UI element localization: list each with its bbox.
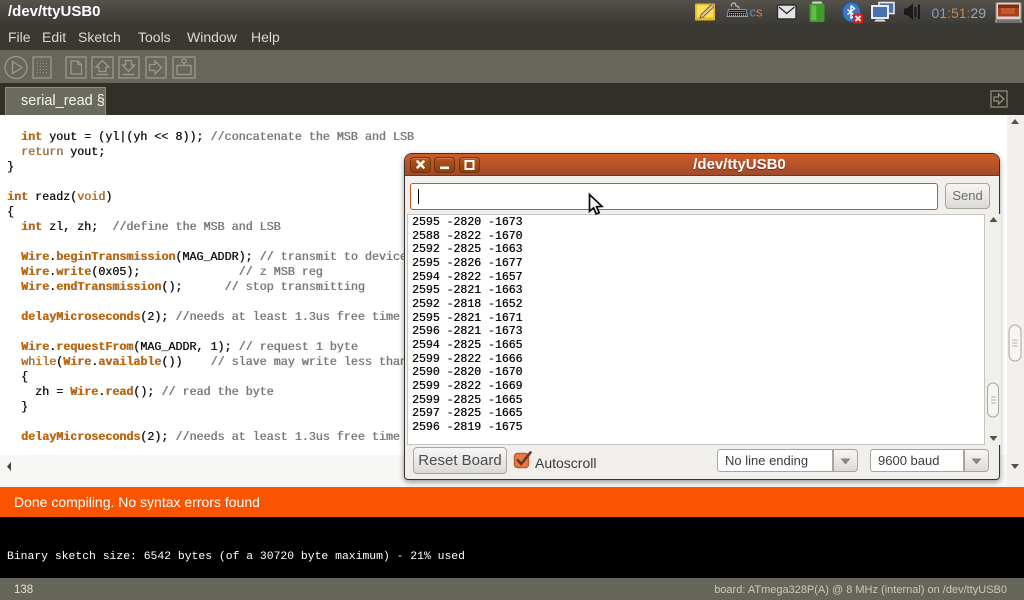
svg-text:s: s xyxy=(756,5,763,20)
